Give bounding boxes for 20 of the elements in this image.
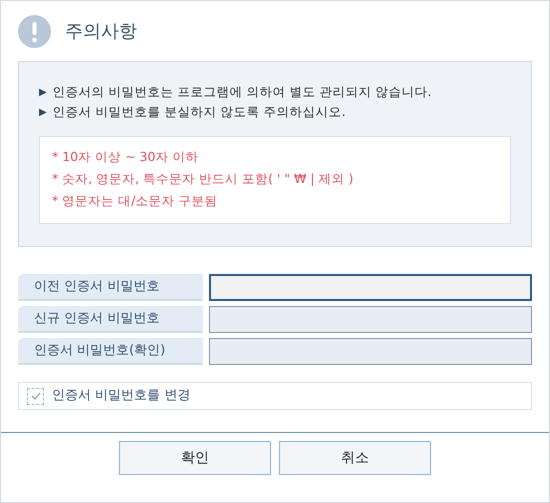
field-label: 신규 인증서 비밀번호 (18, 306, 203, 333)
warning-icon (18, 14, 51, 48)
bullet-icon: ▶ (39, 84, 47, 100)
rule-text: * 10자 이상 ~ 30자 이하 (52, 148, 200, 166)
checkbox-label: 인증서 비밀번호를 변경 (52, 387, 190, 406)
dialog-button[interactable]: 취소 (279, 441, 431, 475)
rule-text: * 영문자는 대/소문자 구분됨 (52, 192, 218, 210)
rule-text: * 숫자, 영문자, 특수문자 반드시 포함( ' " ₩ | 제외 ) (52, 170, 354, 188)
checkbox[interactable] (27, 388, 44, 404)
field-label: 인증서 비밀번호(확인) (18, 338, 203, 365)
check-icon (30, 392, 40, 400)
password-field[interactable] (209, 338, 532, 365)
password-field[interactable] (209, 274, 532, 301)
notice-text: 인증서의 비밀번호는 프로그램에 의하여 별도 관리되지 않습니다. (52, 82, 432, 101)
field-label: 이전 인증서 비밀번호 (18, 274, 203, 301)
notice-text: 인증서 비밀번호를 분실하지 않도록 주의하십시오. (52, 102, 346, 121)
dialog-button[interactable]: 확인 (119, 441, 271, 475)
bullet-icon: ▶ (39, 104, 47, 120)
password-field[interactable] (209, 306, 532, 333)
dialog-title: 주의사항 (65, 20, 137, 44)
